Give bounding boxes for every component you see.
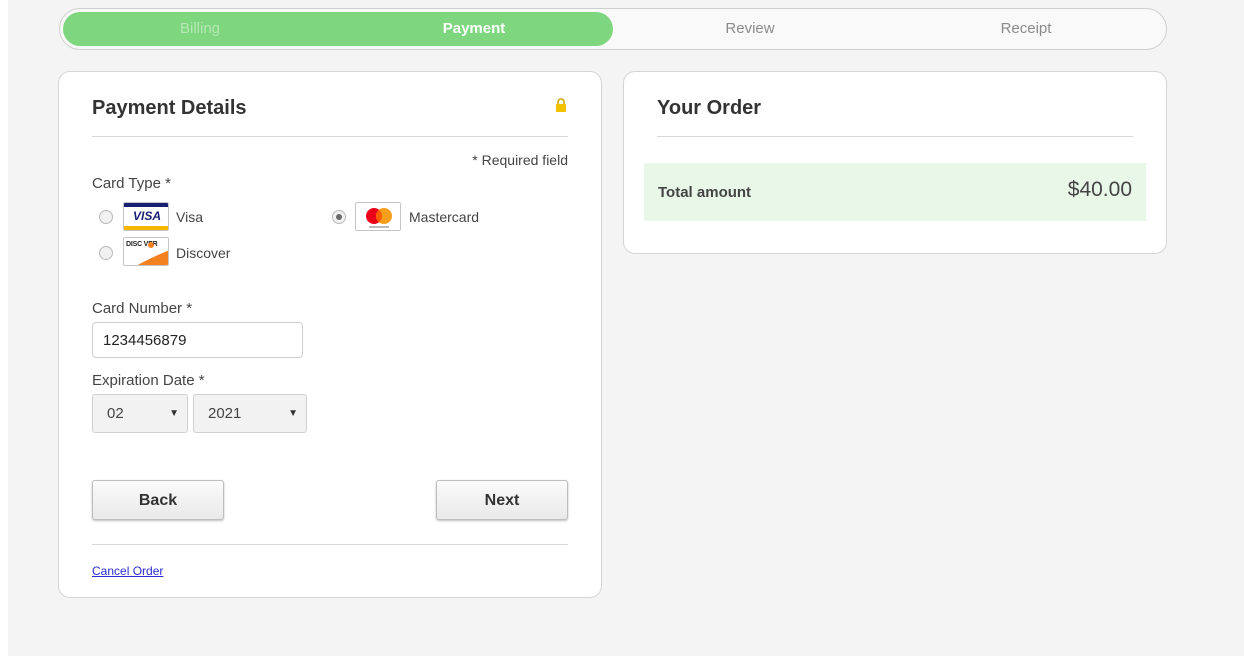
discover-radio[interactable] bbox=[99, 246, 113, 260]
card-number-input[interactable] bbox=[92, 322, 303, 358]
payment-details-title: Payment Details bbox=[92, 97, 247, 119]
mastercard-label[interactable]: Mastercard bbox=[409, 209, 479, 225]
visa-radio[interactable] bbox=[99, 210, 113, 224]
exp-year-value: 2021 bbox=[208, 405, 242, 422]
step-receipt: Receipt bbox=[1000, 20, 1052, 37]
exp-month-select[interactable]: 02 ▼ bbox=[92, 394, 188, 433]
discover-label[interactable]: Discover bbox=[176, 245, 230, 261]
your-order-panel: Your Order Total amount $40.00 bbox=[623, 71, 1167, 254]
mastercard-radio[interactable] bbox=[332, 210, 346, 224]
footer-divider bbox=[92, 544, 568, 545]
next-button[interactable]: Next bbox=[436, 480, 568, 520]
lock-icon bbox=[556, 98, 566, 112]
required-field-note: * Required field bbox=[472, 152, 568, 168]
total-amount-row: Total amount $40.00 bbox=[644, 163, 1146, 221]
chevron-down-icon: ▼ bbox=[288, 408, 298, 419]
step-review: Review bbox=[725, 20, 775, 37]
expiration-date-label: Expiration Date * bbox=[92, 372, 205, 389]
title-divider bbox=[92, 136, 568, 137]
total-amount-value: $40.00 bbox=[1067, 178, 1132, 201]
visa-label[interactable]: Visa bbox=[176, 209, 203, 225]
checkout-progress: Billing Payment Review Receipt bbox=[59, 8, 1167, 50]
visa-logo-text: VISA bbox=[132, 209, 161, 223]
mastercard-icon bbox=[366, 208, 392, 228]
exp-month-value: 02 bbox=[107, 405, 124, 422]
exp-year-select[interactable]: 2021 ▼ bbox=[193, 394, 307, 433]
discover-logo: DISC VER bbox=[123, 237, 169, 266]
step-billing[interactable]: Billing bbox=[63, 9, 337, 49]
cancel-order-link[interactable]: Cancel Order bbox=[92, 564, 163, 578]
card-number-label: Card Number * bbox=[92, 300, 193, 317]
back-button[interactable]: Back bbox=[92, 480, 224, 520]
order-title-divider bbox=[657, 136, 1133, 137]
card-type-label: Card Type * bbox=[92, 175, 171, 192]
payment-details-panel: Payment Details * Required field Card Ty… bbox=[58, 71, 602, 598]
your-order-title: Your Order bbox=[657, 97, 762, 119]
total-amount-label: Total amount bbox=[658, 184, 752, 201]
discover-swoosh bbox=[137, 250, 168, 265]
step-payment: Payment bbox=[442, 20, 506, 37]
chevron-down-icon: ▼ bbox=[169, 408, 179, 419]
visa-logo: VISA bbox=[123, 202, 169, 231]
mastercard-logo bbox=[355, 202, 401, 231]
